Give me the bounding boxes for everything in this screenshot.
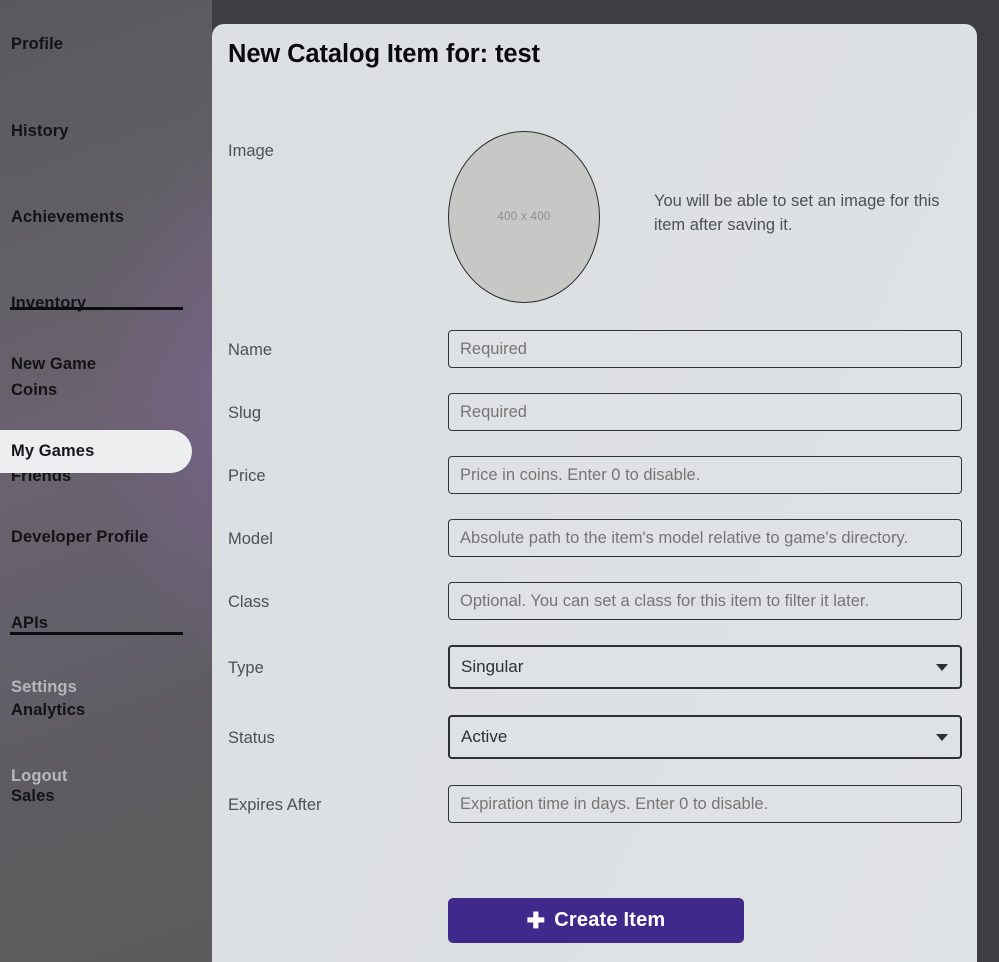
image-placeholder[interactable]: 400 x 400 (448, 131, 600, 303)
status-select-value: Active (461, 727, 508, 746)
sidebar-item-label: Developer Profile (11, 528, 149, 546)
field-label-slug: Slug (228, 404, 262, 422)
sidebar: Profile History Achievements Inventory C… (0, 0, 212, 962)
sidebar-item-label: History (11, 122, 69, 140)
sidebar-item-label: APIs (11, 614, 49, 632)
sidebar-item-developer-profile[interactable]: Developer Profile (0, 516, 212, 559)
sidebar-group-developer: New Game My Games Developer Profile APIs… (0, 343, 212, 805)
plus-icon: ✚ (526, 907, 546, 933)
sidebar-group-primary: Profile History Achievements Inventory C… (0, 23, 212, 485)
sidebar-group-account: Settings Logout (0, 666, 212, 785)
sidebar-item-new-game[interactable]: New Game (0, 343, 212, 386)
create-item-button[interactable]: ✚ Create Item (448, 898, 744, 943)
sidebar-item-achievements[interactable]: Achievements (0, 196, 212, 239)
sidebar-item-label: Profile (11, 35, 64, 53)
class-input[interactable] (448, 582, 962, 620)
type-select-value: Singular (461, 657, 524, 676)
page-title: New Catalog Item for: test (228, 40, 540, 68)
field-label-image: Image (228, 142, 274, 160)
model-input[interactable] (448, 519, 962, 557)
sidebar-item-apis[interactable]: APIs (0, 602, 212, 645)
sidebar-item-history[interactable]: History (0, 110, 212, 153)
sidebar-item-inventory[interactable]: Inventory (0, 282, 212, 325)
name-input[interactable] (448, 330, 962, 368)
field-label-price: Price (228, 467, 266, 485)
field-label-expires-after: Expires After (228, 796, 322, 814)
form-row-status: Status Active (212, 715, 977, 759)
sidebar-item-logout[interactable]: Logout (0, 755, 212, 798)
sidebar-item-label: New Game (11, 355, 97, 373)
slug-input[interactable] (448, 393, 962, 431)
form-row-type: Type Singular (212, 645, 977, 689)
price-input[interactable] (448, 456, 962, 494)
sidebar-item-label: Settings (11, 678, 77, 696)
type-select[interactable]: Singular (448, 645, 962, 689)
sidebar-item-label: Inventory (11, 294, 87, 312)
status-select[interactable]: Active (448, 715, 962, 759)
sidebar-item-profile[interactable]: Profile (0, 23, 212, 66)
field-label-class: Class (228, 593, 270, 611)
chevron-down-icon (936, 734, 948, 741)
field-label-name: Name (228, 341, 273, 359)
sidebar-item-settings[interactable]: Settings (0, 666, 212, 709)
app-root: Profile History Achievements Inventory C… (0, 0, 999, 962)
sidebar-divider-top (10, 307, 183, 310)
sidebar-item-label: Achievements (11, 208, 125, 226)
sidebar-item-label: My Games (11, 442, 95, 460)
sidebar-item-my-games[interactable]: My Games (0, 430, 212, 473)
sidebar-item-label: Logout (11, 767, 68, 785)
create-item-button-label: Create Item (554, 909, 666, 931)
field-label-type: Type (228, 659, 264, 677)
image-placeholder-label: 400 x 400 (497, 211, 551, 223)
chevron-down-icon (936, 664, 948, 671)
catalog-item-panel: New Catalog Item for: test Image 400 x 4… (212, 24, 977, 962)
field-label-model: Model (228, 530, 273, 548)
expires-after-input[interactable] (448, 785, 962, 823)
field-label-status: Status (228, 729, 275, 747)
sidebar-divider-bottom (10, 632, 183, 635)
image-help-text: You will be able to set an image for thi… (654, 192, 940, 234)
